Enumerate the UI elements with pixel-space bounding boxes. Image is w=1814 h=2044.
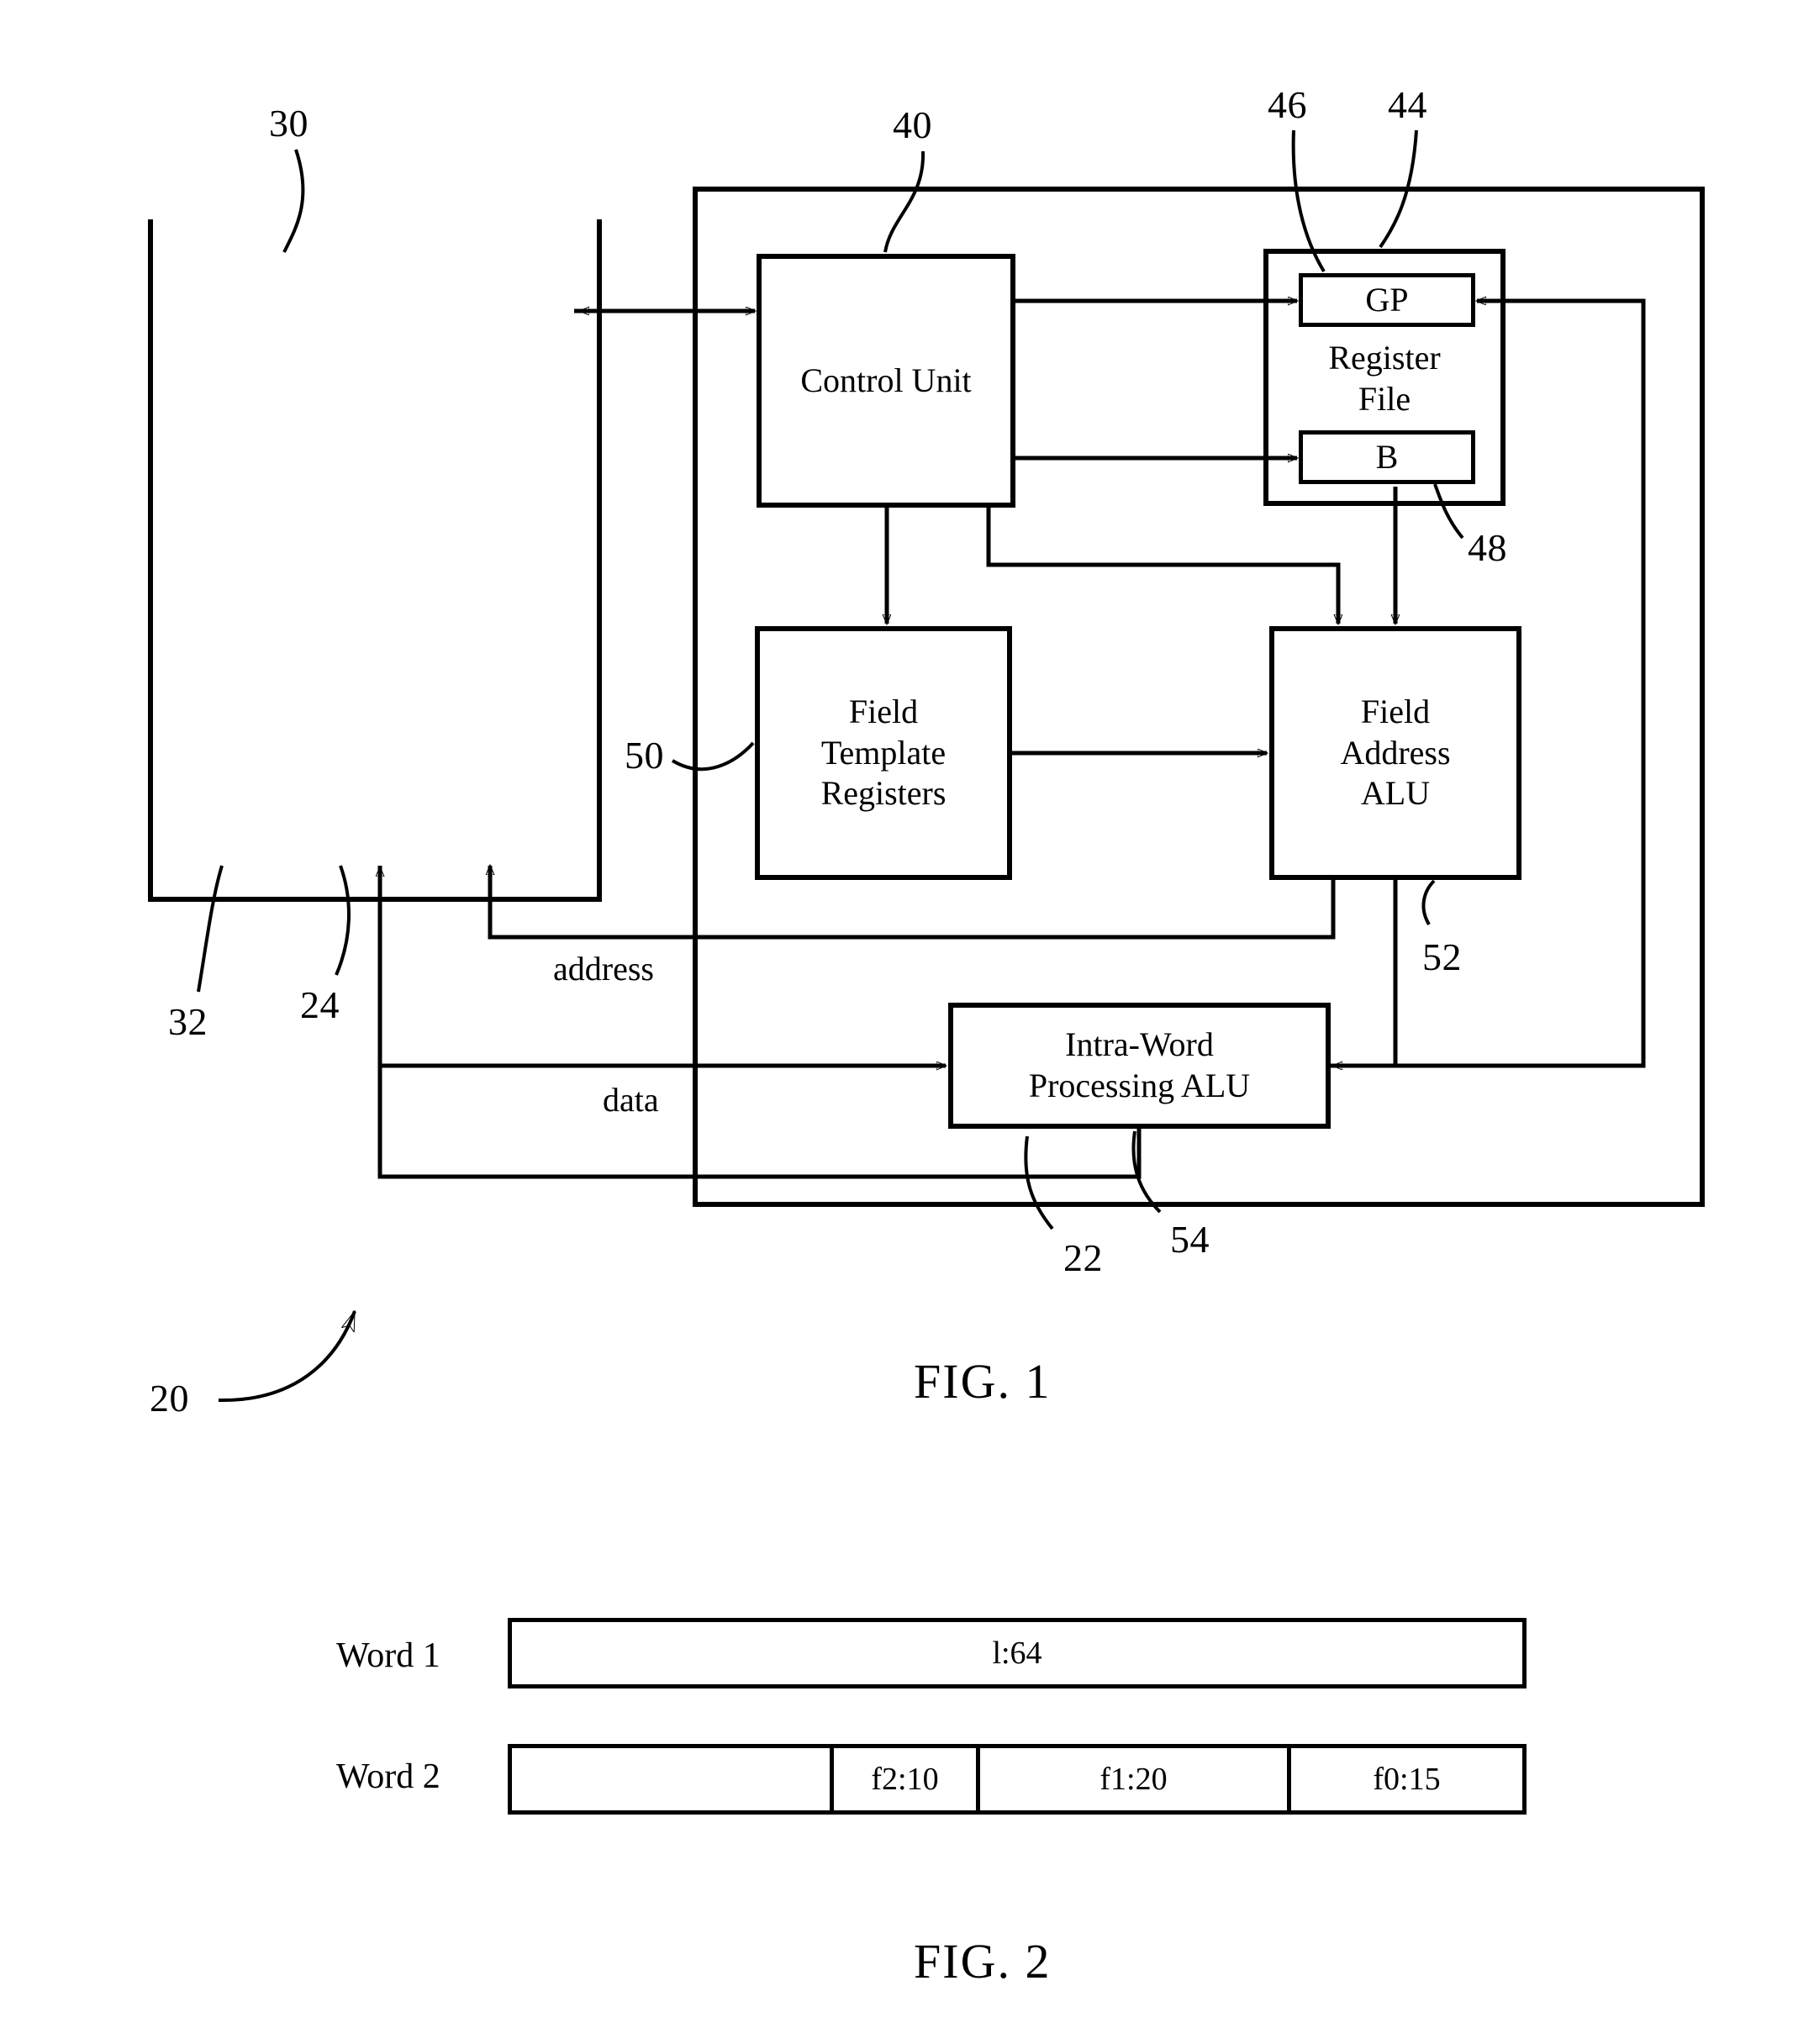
ref-24: 24 [300, 983, 340, 1026]
ref-22: 22 [1063, 1236, 1103, 1279]
ref-32: 32 [168, 1000, 208, 1043]
figure2-caption: FIG. 2 [914, 1934, 1052, 1989]
word2-segment-2: f1:20 [976, 1744, 1291, 1815]
memory-enclosure-lower [148, 219, 602, 902]
ref-44: 44 [1388, 83, 1427, 126]
word2-segment-0 [508, 1744, 834, 1815]
patent-figure-sheet: Instruction Memory Data Memory Control U… [0, 0, 1814, 2044]
ref-40: 40 [893, 103, 932, 146]
ref-46: 46 [1268, 83, 1307, 126]
gp-register-block: GP [1299, 273, 1475, 327]
word1-segment-0-text: l:64 [992, 1636, 1042, 1671]
field-address-alu-block: Field Address ALU [1269, 626, 1521, 880]
ref-52: 52 [1422, 935, 1462, 978]
field-template-registers-label: Field Template Registers [820, 692, 947, 813]
b-register-label: B [1375, 437, 1399, 476]
ref-48: 48 [1468, 526, 1507, 569]
control-unit-block: Control Unit [757, 254, 1015, 508]
word1-segment-0: l:64 [508, 1618, 1527, 1688]
field-template-registers-block: Field Template Registers [755, 626, 1012, 880]
word2-segment-3: f0:15 [1287, 1744, 1527, 1815]
word2-segment-1-text: f2:10 [871, 1762, 939, 1797]
figure1-caption: FIG. 1 [914, 1354, 1052, 1409]
control-unit-label: Control Unit [800, 361, 972, 399]
ref-50: 50 [625, 734, 664, 777]
word1-label: Word 1 [336, 1636, 440, 1675]
ref-54: 54 [1170, 1218, 1210, 1261]
address-bus-label: address [553, 950, 654, 988]
data-bus-label: data [603, 1081, 659, 1119]
b-register-block: B [1299, 430, 1475, 484]
register-file-label: Register File [1328, 339, 1441, 418]
intra-word-processing-alu-label: Intra-Word Processing ALU [1028, 1025, 1251, 1104]
word2-label: Word 2 [336, 1757, 440, 1796]
word2-segment-2-text: f1:20 [1099, 1762, 1168, 1797]
field-address-alu-label: Field Address ALU [1340, 692, 1451, 813]
word2-segment-1: f2:10 [830, 1744, 980, 1815]
word2-segment-3-text: f0:15 [1373, 1762, 1441, 1797]
ref-20: 20 [150, 1377, 189, 1420]
intra-word-processing-alu-block: Intra-Word Processing ALU [948, 1003, 1331, 1129]
ref-30: 30 [269, 102, 308, 145]
gp-register-label: GP [1365, 280, 1409, 319]
